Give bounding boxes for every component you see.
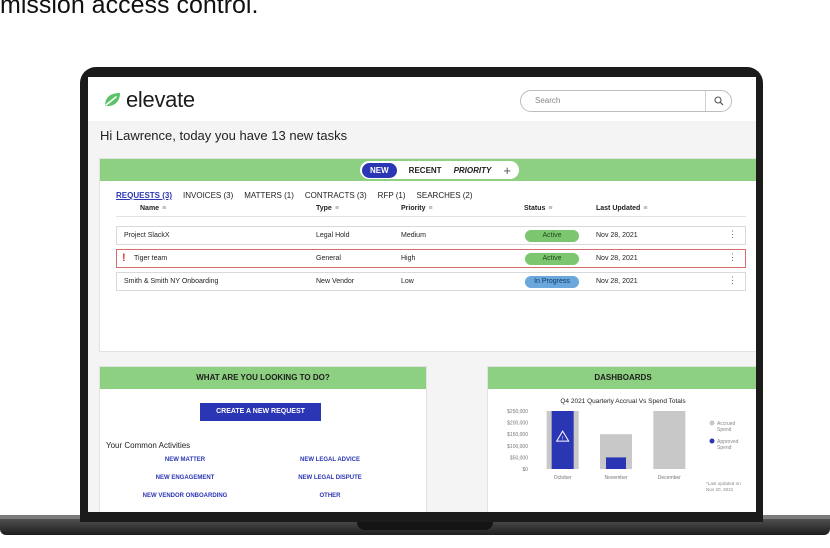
status-badge: Active (525, 230, 579, 242)
table-header: Name ≡ Type ≡ Priority ≡ Status ≡ Last Updat… (116, 205, 746, 217)
tab-searches[interactable]: SEARCHES (2) (417, 191, 473, 200)
tab-new[interactable]: NEW (362, 162, 397, 178)
status-badge: Active (525, 253, 579, 265)
tasks-header-band: NEW RECENT PRIORITY + (100, 159, 756, 181)
column-header-name[interactable]: Name ≡ (140, 205, 166, 212)
search-icon (713, 96, 723, 106)
search-box[interactable]: Search (520, 90, 732, 112)
column-label: Status (524, 205, 546, 212)
tasks-card: NEW RECENT PRIORITY + REQUESTS (3) INVOI… (100, 159, 756, 351)
row-updated: Nov 28, 2021 (596, 232, 638, 239)
row-updated: Nov 28, 2021 (596, 278, 638, 285)
y-tick-label: $250,000 (507, 409, 528, 415)
column-header-status[interactable]: Status ≡ (524, 205, 553, 212)
column-header-priority[interactable]: Priority ≡ (401, 205, 433, 212)
legend-label: Spend (717, 445, 732, 451)
column-label: Last Updated (596, 205, 641, 212)
activity-new-legal-advice[interactable]: NEW LEGAL ADVICE (265, 457, 395, 463)
greeting-text: Hi Lawrence, today you have 13 new tasks (100, 128, 348, 143)
column-label: Type (316, 205, 332, 212)
table-row[interactable]: ! Tiger team General High Active Nov 28,… (116, 249, 746, 268)
last-updated-note: *Last updated on (706, 481, 741, 486)
actions-card-title: WHAT ARE YOU LOOKING TO DO? (196, 373, 330, 382)
create-request-button[interactable]: CREATE A NEW REQUEST (200, 403, 321, 421)
row-name: Tiger team (134, 255, 168, 262)
row-name: Smith & Smith NY Onboarding (124, 278, 219, 285)
dashboards-card-header: DASHBOARDS (488, 367, 756, 389)
x-tick-label: December (658, 475, 681, 481)
top-bar: elevate Search (88, 77, 756, 121)
legend-label: Spend (717, 427, 732, 433)
tab-contracts[interactable]: CONTRACTS (3) (305, 191, 367, 200)
activity-new-matter[interactable]: NEW MATTER (120, 457, 250, 463)
dashboards-card-title: DASHBOARDS (594, 373, 652, 382)
row-name: Project SlackX (124, 232, 170, 239)
chart-title: Q4 2021 Quarterly Accrual Vs Spend Total… (560, 398, 686, 405)
y-tick-label: $200,000 (507, 421, 528, 427)
filter-icon[interactable]: ≡ (335, 205, 339, 212)
row-priority: Low (401, 278, 414, 285)
logo-text: elevate (126, 87, 195, 112)
column-label: Name (140, 205, 160, 212)
actions-card: WHAT ARE YOU LOOKING TO DO? CREATE A NEW… (100, 367, 426, 512)
x-tick-label: October (554, 475, 572, 481)
search-button[interactable] (705, 91, 731, 111)
row-menu-icon[interactable]: ⋮ (728, 230, 737, 239)
filter-icon[interactable]: ≡ (162, 205, 166, 212)
row-priority: Medium (401, 232, 426, 239)
activity-new-vendor-onboarding[interactable]: NEW VENDOR ONBOARDING (120, 493, 250, 499)
bar-approved-november (606, 457, 626, 469)
search-input[interactable]: Search (535, 96, 560, 105)
tab-matters[interactable]: MATTERS (1) (244, 191, 294, 200)
bar-accrued-december (653, 411, 686, 469)
last-updated-note: Nov 20, 2021 (706, 487, 734, 492)
tab-invoices[interactable]: INVOICES (3) (183, 191, 233, 200)
table-row[interactable]: Smith & Smith NY Onboarding New Vendor L… (116, 272, 746, 291)
row-menu-icon[interactable]: ⋮ (728, 253, 737, 262)
y-tick-label: $50,000 (510, 455, 528, 461)
tab-priority[interactable]: PRIORITY (454, 166, 492, 175)
filter-icon[interactable]: ≡ (548, 205, 552, 212)
x-tick-label: November (604, 475, 627, 481)
activity-new-engagement[interactable]: NEW ENGAGEMENT (120, 475, 250, 481)
warning-icon-mark: ! (562, 436, 563, 442)
dashboards-card: DASHBOARDS Q4 2021 Quarterly Accrual Vs … (488, 367, 756, 512)
legend-marker (709, 420, 715, 426)
row-type: Legal Hold (316, 232, 350, 239)
status-badge: In Progress (525, 276, 579, 288)
category-tabs: REQUESTS (3) INVOICES (3) MATTERS (1) CO… (116, 191, 484, 200)
row-menu-icon[interactable]: ⋮ (728, 276, 737, 285)
common-activities-label: Your Common Activities (106, 441, 191, 450)
column-header-last-updated[interactable]: Last Updated ≡ (596, 205, 647, 212)
row-type: General (316, 255, 341, 262)
leaf-logo-icon (105, 93, 120, 107)
table-row[interactable]: Project SlackX Legal Hold Medium Active … (116, 226, 746, 245)
actions-card-header: WHAT ARE YOU LOOKING TO DO? (100, 367, 426, 389)
row-priority: High (401, 255, 416, 262)
logo[interactable]: elevate (102, 87, 195, 113)
activity-other[interactable]: OTHER (265, 493, 395, 499)
page-caption: mission access control. (0, 0, 259, 19)
tab-recent[interactable]: RECENT (409, 166, 442, 175)
column-header-type[interactable]: Type ≡ (316, 205, 339, 212)
y-tick-label: $100,000 (507, 444, 528, 450)
filter-icon[interactable]: ≡ (643, 205, 647, 212)
app-screen: elevate Search Hi Lawrence, today you ha… (88, 77, 756, 512)
priority-alert-icon: ! (122, 252, 126, 264)
y-tick-label: $150,000 (507, 432, 528, 438)
column-label: Priority (401, 205, 426, 212)
row-updated: Nov 28, 2021 (596, 255, 638, 262)
tab-requests[interactable]: REQUESTS (3) (116, 191, 172, 200)
row-type: New Vendor (316, 278, 355, 285)
filter-icon[interactable]: ≡ (429, 205, 433, 212)
tab-rfp[interactable]: RFP (1) (378, 191, 406, 200)
activity-new-legal-dispute[interactable]: NEW LEGAL DISPUTE (265, 475, 395, 481)
y-tick-label: $0 (522, 467, 528, 473)
add-tab-button[interactable]: + (503, 164, 511, 177)
view-tabs: NEW RECENT PRIORITY + (360, 161, 519, 179)
accrual-spend-chart: Q4 2021 Quarterly Accrual Vs Spend Total… (507, 398, 741, 492)
legend-marker (709, 438, 715, 444)
